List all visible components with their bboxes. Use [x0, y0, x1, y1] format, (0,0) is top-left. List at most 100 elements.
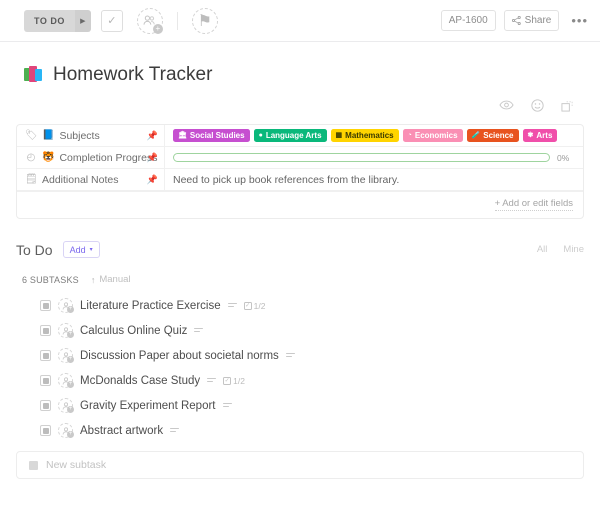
subject-tag-label: Arts: [536, 131, 553, 140]
subtask-status-checkbox[interactable]: [40, 325, 51, 336]
task-status-label: TO DO: [24, 9, 75, 32]
add-subtask-button[interactable]: Add ▾: [62, 241, 100, 258]
subtask-assignee-button[interactable]: +: [58, 348, 74, 363]
field-label-additional-notes[interactable]: 🗒 Additional Notes 📌: [17, 169, 165, 190]
subtask-row[interactable]: + Discussion Paper about societal norms: [16, 343, 584, 368]
subtask-row[interactable]: + Calculus Online Quiz: [16, 318, 584, 343]
title-row: Homework Tracker: [16, 42, 584, 94]
pin-icon[interactable]: 📌: [147, 174, 158, 185]
todo-section-title: To Do: [16, 241, 53, 258]
field-row-subjects: 🏷 📘 Subjects 📌 🏛 Social Studies ● Language …: [17, 125, 583, 147]
subject-tag-label: Science: [483, 131, 514, 140]
subtask-status-checkbox[interactable]: [40, 400, 51, 411]
subtask-list: + Literature Practice Exercise ✓ 1/2 + Calcul…: [16, 293, 584, 443]
subtask-title[interactable]: Abstract artwork: [80, 425, 163, 437]
custom-fields-footer: + Add or edit fields: [17, 191, 583, 218]
emoji-icon[interactable]: [531, 98, 544, 112]
subtask-assignee-button[interactable]: +: [58, 323, 74, 338]
check-icon: ✓: [107, 15, 117, 27]
subtask-assignee-button[interactable]: +: [58, 298, 74, 313]
subtask-row[interactable]: + Gravity Experiment Report: [16, 393, 584, 418]
plus-icon: +: [67, 306, 74, 313]
subtask-row[interactable]: + Literature Practice Exercise ✓ 1/2: [16, 293, 584, 318]
subtask-title[interactable]: Literature Practice Exercise: [80, 300, 221, 312]
checklist-icon: ✓: [243, 301, 252, 310]
field-name-text: Subjects: [59, 129, 100, 142]
page-title[interactable]: Homework Tracker: [53, 64, 212, 86]
checklist-icon: ✓: [223, 376, 232, 385]
task-id-chip[interactable]: AP-1600: [440, 10, 496, 31]
set-priority-button[interactable]: ⚑: [191, 7, 218, 34]
field-label-completion-progress[interactable]: ◴ 🐯 Completion Progress 📌: [17, 147, 165, 168]
description-icon: [207, 377, 217, 384]
add-assignee-button[interactable]: +: [136, 7, 163, 34]
plus-icon: +: [67, 356, 74, 363]
sort-arrow-icon: ↑: [90, 274, 96, 285]
subject-tag-label: Social Studies: [189, 131, 245, 140]
subject-tag[interactable]: ● Language Arts: [253, 129, 327, 142]
filter-tab-all[interactable]: All: [537, 244, 548, 255]
filter-tab-mine[interactable]: Mine: [563, 244, 584, 255]
field-value-additional-notes[interactable]: Need to pick up book references from the…: [165, 169, 583, 190]
subject-tag-label: Economics: [414, 131, 458, 140]
subtask-title[interactable]: McDonalds Case Study: [80, 375, 200, 387]
subject-tag-icon: 🧪: [471, 132, 481, 139]
new-subtask-status-icon: [29, 460, 38, 470]
task-detail-page: Homework Tracker 🏷 📘 Subjects 📌 🏛 Social…: [0, 42, 600, 479]
subtask-assignee-button[interactable]: +: [58, 423, 74, 438]
subtask-status-checkbox[interactable]: [40, 300, 51, 311]
field-label-subjects[interactable]: 🏷 📘 Subjects 📌: [17, 125, 165, 146]
field-value-completion-progress[interactable]: 0%: [165, 147, 583, 168]
description-icon: [194, 327, 204, 334]
field-value-subjects[interactable]: 🏛 Social Studies ● Language Arts ▦ Mathematic…: [165, 125, 583, 146]
task-status-selector[interactable]: TO DO ▶: [24, 9, 91, 32]
subject-tag-label: Language Arts: [265, 131, 322, 140]
field-row-additional-notes: 🗒 Additional Notes 📌 Need to pick up boo…: [17, 169, 583, 191]
subject-tag[interactable]: ✾ Arts: [522, 129, 558, 142]
add-or-edit-fields-button[interactable]: + Add or edit fields: [494, 198, 573, 211]
subtask-row[interactable]: + Abstract artwork: [16, 418, 584, 443]
field-row-completion-progress: ◴ 🐯 Completion Progress 📌 0%: [17, 147, 583, 169]
progress-percent-label: 0%: [557, 152, 570, 163]
plus-icon: +: [67, 431, 74, 438]
subject-tag[interactable]: 🏛 Social Studies: [173, 129, 250, 142]
chevron-down-icon: ▾: [89, 247, 93, 253]
subtask-meta-row: 6 SUBTASKS ↑ Manual: [16, 258, 584, 291]
eye-icon[interactable]: [499, 100, 514, 110]
more-options-button[interactable]: •••: [571, 13, 588, 28]
subject-tag-label: Mathematics: [345, 131, 394, 140]
flag-icon: ⚑: [197, 12, 213, 30]
description-icon: [170, 427, 180, 434]
progress-bar[interactable]: [173, 153, 550, 162]
expand-icon[interactable]: [561, 99, 574, 112]
subtask-row[interactable]: + McDonalds Case Study ✓ 1/2: [16, 368, 584, 393]
subtask-title[interactable]: Gravity Experiment Report: [80, 400, 216, 412]
checklist-count-label: 1/2: [233, 375, 245, 386]
subtask-status-checkbox[interactable]: [40, 350, 51, 361]
custom-fields-panel: 🏷 📘 Subjects 📌 🏛 Social Studies ● Language …: [16, 124, 584, 219]
checklist-count-label: 1/2: [253, 300, 266, 311]
progress-emoji-icon: 🐯: [42, 152, 55, 163]
subtask-status-checkbox[interactable]: [40, 375, 51, 386]
subtask-status-checkbox[interactable]: [40, 425, 51, 436]
subject-tag[interactable]: 🧪 Science: [466, 129, 519, 142]
plus-icon: +: [67, 381, 74, 388]
pin-icon[interactable]: 📌: [147, 130, 158, 141]
subtask-assignee-button[interactable]: +: [58, 373, 74, 388]
subtask-title[interactable]: Discussion Paper about societal norms: [80, 350, 279, 362]
subtask-title[interactable]: Calculus Online Quiz: [80, 325, 187, 337]
subtask-assignee-button[interactable]: +: [58, 398, 74, 413]
task-id-label: AP-1600: [448, 15, 488, 26]
subject-tag[interactable]: ▦ Mathematics: [330, 129, 399, 142]
plus-icon: +: [67, 406, 74, 413]
tag-icon: 🏷: [25, 130, 38, 141]
subject-tag[interactable]: ◔ Economics: [402, 129, 463, 142]
task-status-caret-icon[interactable]: ▶: [74, 9, 91, 32]
pin-icon[interactable]: 📌: [147, 152, 158, 163]
description-icon: [222, 402, 232, 409]
share-button[interactable]: Share: [503, 10, 560, 31]
field-name-text: Additional Notes: [42, 173, 119, 186]
sort-control[interactable]: ↑ Manual: [91, 274, 131, 285]
mark-complete-button[interactable]: ✓: [100, 9, 123, 32]
new-subtask-row[interactable]: New subtask: [16, 451, 584, 479]
